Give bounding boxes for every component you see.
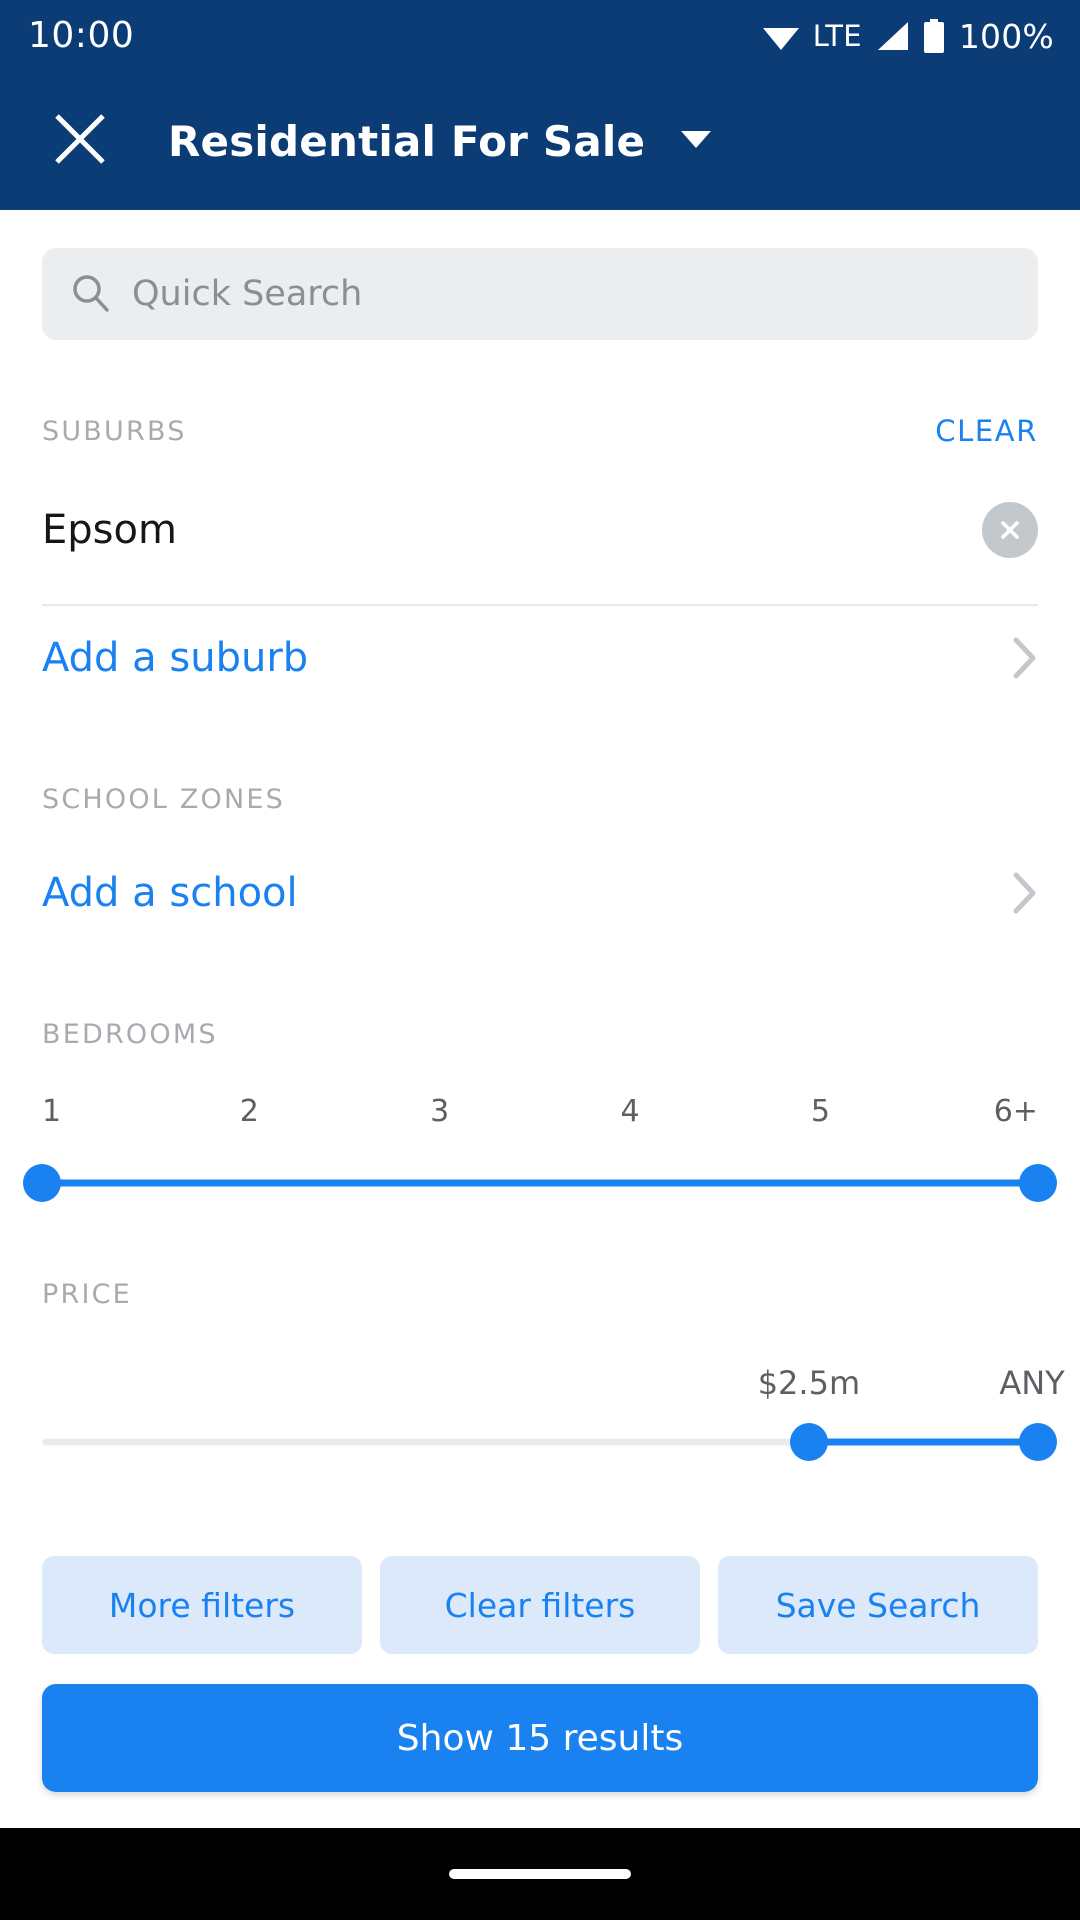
signal-icon bbox=[875, 21, 909, 51]
network-type-label: LTE bbox=[812, 18, 862, 53]
bedrooms-tick: 2 bbox=[239, 1094, 259, 1129]
school-zones-label: SCHOOL ZONES bbox=[42, 784, 285, 815]
bedrooms-tick: 5 bbox=[810, 1094, 830, 1129]
filters-panel: Quick Search SUBURBS CLEAR Epsom Add a s… bbox=[0, 210, 1080, 1828]
chevron-right-icon bbox=[1012, 871, 1038, 915]
bedrooms-slider-max-thumb[interactable] bbox=[1019, 1164, 1057, 1202]
bedrooms-tick: 6+ bbox=[993, 1094, 1038, 1129]
show-results-button[interactable]: Show 15 results bbox=[42, 1684, 1038, 1792]
page-title: Residential For Sale bbox=[168, 116, 646, 166]
system-navigation-bar bbox=[0, 1828, 1080, 1920]
add-suburb-row[interactable]: Add a suburb bbox=[42, 606, 1038, 710]
price-range-slider[interactable] bbox=[42, 1420, 1057, 1464]
price-slider-max-thumb[interactable] bbox=[1019, 1423, 1057, 1461]
suburbs-label: SUBURBS bbox=[42, 415, 187, 447]
more-filters-button[interactable]: More filters bbox=[42, 1556, 362, 1654]
wifi-icon bbox=[762, 21, 800, 51]
selected-suburb-row[interactable]: Epsom bbox=[42, 478, 1038, 582]
status-bar: 10:00 LTE 100% bbox=[0, 0, 1080, 72]
remove-suburb-button[interactable] bbox=[982, 502, 1038, 558]
home-gesture-indicator[interactable] bbox=[449, 1869, 631, 1879]
price-min-value: $2.5m bbox=[757, 1364, 861, 1402]
listing-type-dropdown-button[interactable] bbox=[679, 128, 713, 154]
chevron-down-icon bbox=[679, 128, 713, 154]
battery-icon bbox=[922, 19, 946, 53]
add-suburb-label: Add a suburb bbox=[42, 635, 309, 681]
close-button[interactable] bbox=[44, 105, 116, 177]
status-clock: 10:00 bbox=[28, 15, 135, 56]
selected-suburb-name: Epsom bbox=[42, 507, 177, 553]
price-slider-min-thumb[interactable] bbox=[789, 1423, 828, 1461]
bedrooms-tick: 3 bbox=[430, 1094, 450, 1129]
filter-action-buttons: More filters Clear filters Save Search bbox=[42, 1556, 1038, 1654]
bedrooms-label: BEDROOMS bbox=[42, 1019, 218, 1050]
add-school-row[interactable]: Add a school bbox=[42, 841, 1038, 945]
price-value-labels: $2.5m ANY bbox=[42, 1356, 1065, 1402]
app-header: Residential For Sale bbox=[0, 72, 1080, 210]
clear-filters-button[interactable]: Clear filters bbox=[380, 1556, 700, 1654]
add-school-label: Add a school bbox=[42, 870, 298, 916]
status-icons: LTE 100% bbox=[762, 19, 1054, 53]
quick-search-placeholder: Quick Search bbox=[132, 274, 363, 314]
suburbs-section-header: SUBURBS CLEAR bbox=[42, 414, 1038, 448]
clear-suburbs-button[interactable]: CLEAR bbox=[935, 414, 1038, 448]
battery-percent-label: 100% bbox=[958, 16, 1054, 56]
price-max-value: ANY bbox=[999, 1364, 1065, 1402]
bedrooms-tick: 4 bbox=[620, 1094, 640, 1129]
search-icon bbox=[70, 272, 110, 316]
bedrooms-range-slider[interactable] bbox=[23, 1161, 1057, 1205]
bedrooms-slider-min-thumb[interactable] bbox=[23, 1164, 61, 1202]
bedrooms-slider-fill bbox=[42, 1179, 1038, 1187]
app-screen: 10:00 LTE 100% Residential For Sale Quic… bbox=[0, 0, 1080, 1920]
close-icon bbox=[51, 110, 109, 172]
quick-search-field[interactable]: Quick Search bbox=[42, 248, 1038, 340]
bedrooms-tick: 1 bbox=[42, 1094, 62, 1129]
bedrooms-tick-labels: 1 2 3 4 5 6+ bbox=[42, 1094, 1038, 1129]
price-slider-fill bbox=[808, 1438, 1038, 1446]
chevron-right-icon bbox=[1012, 636, 1038, 680]
price-label: PRICE bbox=[42, 1279, 132, 1310]
save-search-button[interactable]: Save Search bbox=[718, 1556, 1038, 1654]
